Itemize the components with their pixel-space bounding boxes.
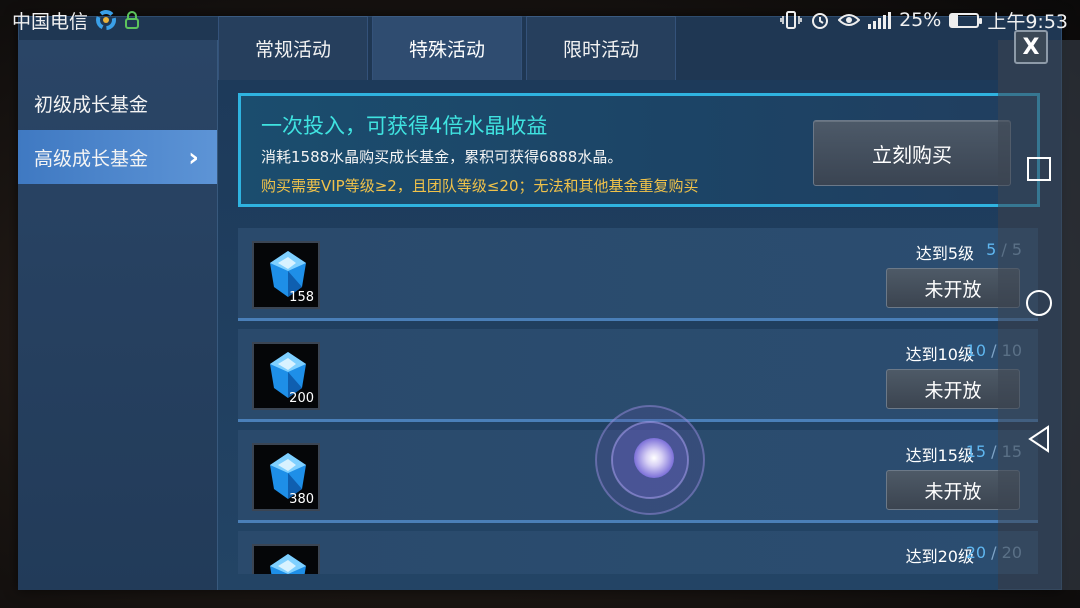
alarm-icon bbox=[810, 10, 830, 30]
sidebar-item-label: 高级成长基金 bbox=[34, 147, 149, 170]
level-requirement: 达到15级 bbox=[905, 446, 974, 465]
level-requirement: 达到5级 bbox=[915, 244, 974, 263]
crystal-reward-slot[interactable] bbox=[252, 544, 320, 574]
crystal-gem-icon bbox=[270, 554, 306, 574]
crystal-quantity: 200 bbox=[289, 391, 314, 406]
signal-icon bbox=[868, 11, 892, 29]
battery-icon bbox=[949, 12, 983, 28]
crystal-quantity: 158 bbox=[289, 290, 314, 305]
progress-current: 15 bbox=[965, 442, 987, 461]
system-nav-bar bbox=[998, 40, 1080, 590]
reward-list[interactable]: 158 达到5级 5 / 5 未开放 200 达到10级 10 / 10 未开放… bbox=[238, 228, 1038, 574]
carrier-name: 中国电信 bbox=[12, 10, 89, 33]
level-requirement: 达到20级 bbox=[905, 547, 974, 566]
app-logo-icon bbox=[96, 10, 117, 30]
status-bar: 中国电信 25% 上午9:53 bbox=[0, 0, 1080, 40]
back-icon[interactable] bbox=[1024, 424, 1054, 454]
status-bar-right: 25% 上午9:53 bbox=[780, 7, 1068, 34]
crystal-reward-slot[interactable]: 380 bbox=[252, 443, 320, 511]
sidebar-item-basic-fund[interactable]: 初级成长基金 bbox=[18, 76, 217, 130]
reward-row: 158 达到5级 5 / 5 未开放 bbox=[238, 228, 1038, 321]
home-icon[interactable] bbox=[1024, 288, 1054, 318]
reward-row: 达到20级 20 / 20 bbox=[238, 531, 1038, 574]
buy-now-button[interactable]: 立刻购买 bbox=[813, 120, 1011, 186]
progress-current: 5 bbox=[986, 240, 997, 259]
crystal-reward-slot[interactable]: 200 bbox=[252, 342, 320, 410]
crystal-quantity: 380 bbox=[289, 492, 314, 507]
status-bar-left: 中国电信 bbox=[12, 7, 140, 34]
sidebar-item-advanced-fund[interactable]: 高级成长基金 › bbox=[18, 130, 217, 184]
level-requirement: 达到10级 bbox=[905, 345, 974, 364]
vibrate-icon bbox=[780, 11, 802, 29]
crystal-reward-slot[interactable]: 158 bbox=[252, 241, 320, 309]
chevron-right-icon: › bbox=[188, 143, 199, 173]
fund-sidebar: 初级成长基金 高级成长基金 › bbox=[18, 40, 218, 590]
lock-app-icon bbox=[124, 11, 140, 29]
sidebar-item-label: 初级成长基金 bbox=[34, 93, 149, 116]
battery-percent: 25% bbox=[899, 9, 942, 31]
progress-current: 20 bbox=[965, 543, 987, 562]
assistive-touch-icon[interactable] bbox=[594, 404, 706, 516]
eye-icon bbox=[838, 13, 861, 27]
progress-current: 10 bbox=[965, 341, 987, 360]
promo-banner: 一次投入，可获得4倍水晶收益 消耗1588水晶购买成长基金，累积可获得6888水… bbox=[238, 93, 1040, 207]
clock-time: 上午9:53 bbox=[987, 10, 1068, 33]
recent-apps-icon[interactable] bbox=[1024, 154, 1054, 184]
